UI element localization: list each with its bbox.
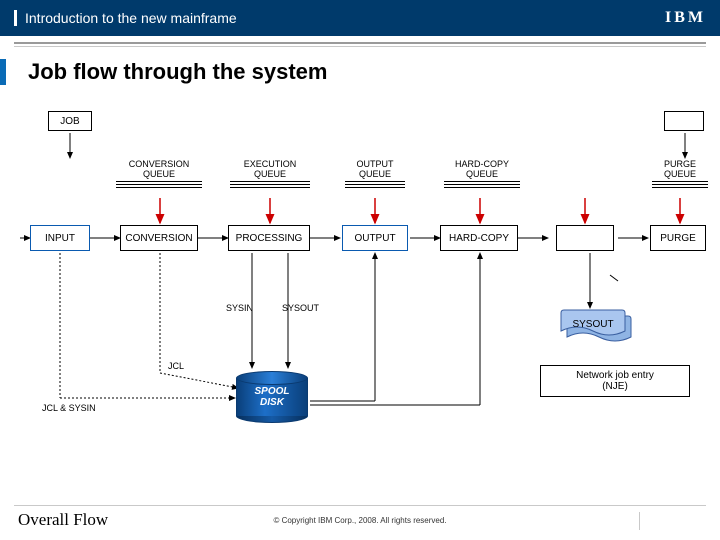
header-title: Introduction to the new mainframe <box>14 10 237 26</box>
page-title: Job flow through the system <box>0 59 720 85</box>
spool-disk-label: SPOOL DISK <box>254 386 289 408</box>
stage-purge <box>556 225 614 251</box>
label-sysin: SYSIN <box>226 303 253 313</box>
queue-output-label: OUTPUT QUEUE <box>345 159 405 179</box>
stage-input: INPUT <box>30 225 90 251</box>
label-sysout: SYSOUT <box>282 303 319 313</box>
header-rules <box>0 42 720 47</box>
job-box: JOB <box>48 111 92 131</box>
queue-purge: PURGE QUEUE <box>652 159 708 188</box>
stage-hardcopy: HARD-COPY <box>440 225 518 251</box>
purge-source-box <box>664 111 704 131</box>
queue-conversion: CONVERSION QUEUE <box>116 159 202 188</box>
queue-conversion-label: CONVERSION QUEUE <box>116 159 202 179</box>
footer-separator <box>639 512 640 530</box>
queue-purge-label: PURGE QUEUE <box>652 159 708 179</box>
nje-box: Network job entry (NJE) <box>540 365 690 397</box>
stage-purge-2: PURGE <box>650 225 706 251</box>
footer-rule <box>14 505 706 506</box>
sysout-document: SYSOUT <box>560 309 626 339</box>
footer-left: Overall Flow <box>18 510 108 530</box>
queue-output: OUTPUT QUEUE <box>345 159 405 188</box>
sysout-document-label: SYSOUT <box>560 309 626 339</box>
spool-disk: SPOOL DISK <box>236 371 308 423</box>
stage-processing: PROCESSING <box>228 225 310 251</box>
label-jcl-sysin: JCL & SYSIN <box>42 403 96 413</box>
label-jcl: JCL <box>168 361 184 371</box>
queue-hardcopy: HARD-COPY QUEUE <box>444 159 520 188</box>
header-bar: Introduction to the new mainframe IBM <box>0 0 720 36</box>
copyright: © Copyright IBM Corp., 2008. All rights … <box>273 516 446 525</box>
stage-conversion: CONVERSION <box>120 225 198 251</box>
job-flow-diagram: JOB CONVERSION QUEUE EXECUTION QUEUE OUT… <box>20 103 700 443</box>
queue-hardcopy-label: HARD-COPY QUEUE <box>444 159 520 179</box>
queue-execution: EXECUTION QUEUE <box>230 159 310 188</box>
stage-output: OUTPUT <box>342 225 408 251</box>
nje-label: Network job entry (NJE) <box>576 370 654 392</box>
ibm-logo: IBM <box>665 9 706 27</box>
queue-execution-label: EXECUTION QUEUE <box>230 159 310 179</box>
footer: Overall Flow © Copyright IBM Corp., 2008… <box>0 510 720 530</box>
